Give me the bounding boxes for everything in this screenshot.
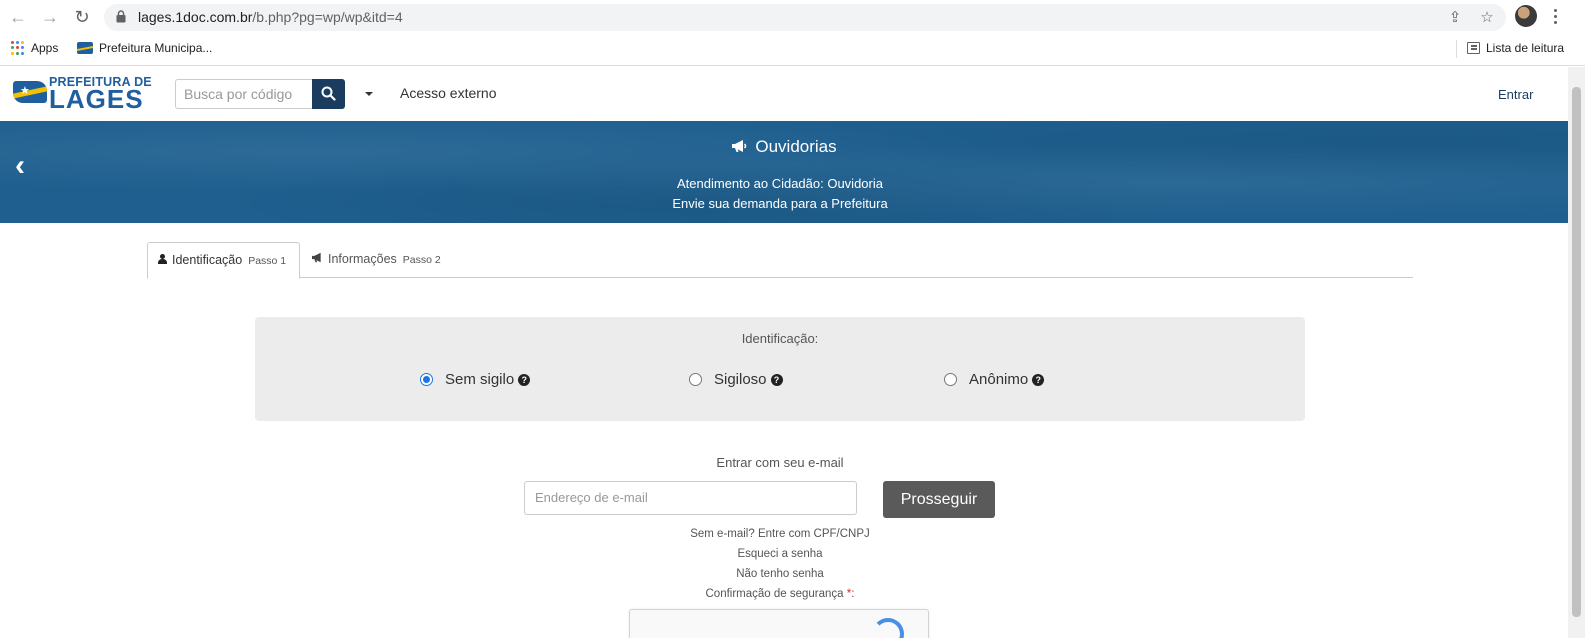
option-label: Anônimo (969, 371, 1029, 388)
proceed-button[interactable]: Prosseguir (883, 481, 995, 518)
reading-list-icon (1467, 42, 1480, 54)
radio-sigiloso[interactable] (689, 373, 702, 386)
forgot-password-link[interactable]: Esqueci a senha (0, 548, 1560, 560)
site-header: PREFEITURA DE LAGES Busca por código Ace… (0, 67, 1568, 121)
tab-step: Passo 1 (248, 255, 287, 267)
security-label-text: Confirmação de segurança (705, 588, 844, 600)
chevron-down-icon[interactable] (365, 92, 373, 96)
cpf-cnpj-link[interactable]: Sem e-mail? Entre com CPF/CNPJ (0, 528, 1560, 540)
identification-panel: Identificação: Sem sigilo ? Sigiloso ? A… (255, 317, 1305, 421)
page-title: Ouvidorias (0, 137, 1568, 157)
bookmark-label: Apps (31, 41, 59, 55)
reading-list-label: Lista de leitura (1486, 41, 1565, 55)
security-confirmation-label: Confirmação de segurança *: (0, 588, 1560, 600)
lock-icon (116, 10, 126, 23)
page-content: PREFEITURA DE LAGES Busca por código Ace… (0, 67, 1568, 638)
page-scrollbar[interactable] (1568, 67, 1585, 638)
url-text: lages.1doc.com.br/b.php?pg=wp/wp&itd=4 (138, 9, 403, 25)
bookmark-label: Prefeitura Municipa... (99, 41, 213, 55)
tab-identificacao[interactable]: Identificação Passo 1 (147, 242, 300, 279)
code-search-input[interactable]: Busca por código (175, 79, 312, 109)
megaphone-icon (732, 140, 747, 152)
no-password-link[interactable]: Não tenho senha (0, 568, 1560, 580)
browser-menu-icon[interactable] (1552, 7, 1558, 27)
tab-step: Passo 2 (402, 254, 441, 266)
banner-title-text: Ouvidorias (755, 137, 837, 156)
bookmarks-bar: Apps Prefeitura Municipa... Lista de lei… (0, 34, 1585, 66)
reading-list[interactable]: Lista de leitura (1467, 41, 1564, 55)
prefeitura-logo[interactable]: PREFEITURA DE LAGES (13, 75, 153, 114)
bookmark-prefeitura[interactable]: Prefeitura Municipa... (77, 41, 212, 55)
user-icon (158, 254, 167, 264)
question-circle-icon[interactable]: ? (770, 373, 783, 386)
external-access-link[interactable]: Acesso externo (400, 85, 497, 101)
bookmark-apps[interactable]: Apps (11, 41, 58, 55)
option-label: Sem sigilo (445, 371, 515, 388)
back-icon[interactable]: ← (8, 7, 28, 27)
megaphone-icon (312, 252, 321, 263)
step-tabs: Identificação Passo 1 Informações Passo 2 (147, 242, 1413, 279)
banner-subtitle-1: Atendimento ao Cidadão: Ouvidoria (677, 176, 883, 191)
tab-informacoes[interactable]: Informações Passo 2 (301, 242, 451, 278)
browser-toolbar: ← → ↻ lages.1doc.com.br/b.php?pg=wp/wp&i… (0, 0, 1585, 34)
forward-icon[interactable]: → (40, 7, 60, 27)
search-icon (321, 86, 336, 101)
recaptcha-icon (872, 618, 904, 638)
identification-title: Identificação: (741, 331, 819, 346)
option-anonimo[interactable]: Anônimo ? (944, 371, 1045, 388)
scrollbar-thumb[interactable] (1572, 87, 1581, 617)
option-label: Sigiloso (714, 371, 767, 388)
page-banner: ‹ Ouvidorias Atendimento ao Cidadão: Ouv… (0, 121, 1568, 223)
address-bar[interactable]: lages.1doc.com.br/b.php?pg=wp/wp&itd=4 ⇪… (104, 4, 1506, 31)
star-icon[interactable]: ☆ (1478, 9, 1496, 27)
recaptcha-widget[interactable] (629, 609, 929, 638)
search-button[interactable] (312, 79, 345, 109)
apps-grid-icon (11, 41, 25, 55)
banner-subtitle-2: Envie sua demanda para a Prefeitura (672, 196, 888, 211)
option-sem-sigilo[interactable]: Sem sigilo ? (420, 371, 531, 388)
flag-icon (13, 81, 47, 103)
share-icon[interactable]: ⇪ (1446, 9, 1464, 27)
profile-avatar[interactable] (1515, 5, 1537, 27)
bookmark-divider (1456, 40, 1457, 58)
option-sigiloso[interactable]: Sigiloso ? (689, 371, 783, 388)
radio-anonimo[interactable] (944, 373, 957, 386)
logo-line2: LAGES (49, 84, 144, 114)
email-field[interactable]: Endereço de e-mail (524, 481, 857, 515)
question-circle-icon[interactable]: ? (1032, 373, 1045, 386)
login-link[interactable]: Entrar (1498, 87, 1533, 102)
lages-flag-icon (77, 42, 93, 54)
tab-label: Informações (328, 252, 397, 266)
security-label-suffix: : (851, 588, 855, 600)
reload-icon[interactable]: ↻ (72, 7, 92, 27)
radio-sem-sigilo[interactable] (420, 373, 433, 386)
question-circle-icon[interactable]: ? (518, 373, 531, 386)
tab-label: Identificação (172, 253, 243, 267)
email-login-label: Entrar com seu e-mail (716, 455, 844, 470)
